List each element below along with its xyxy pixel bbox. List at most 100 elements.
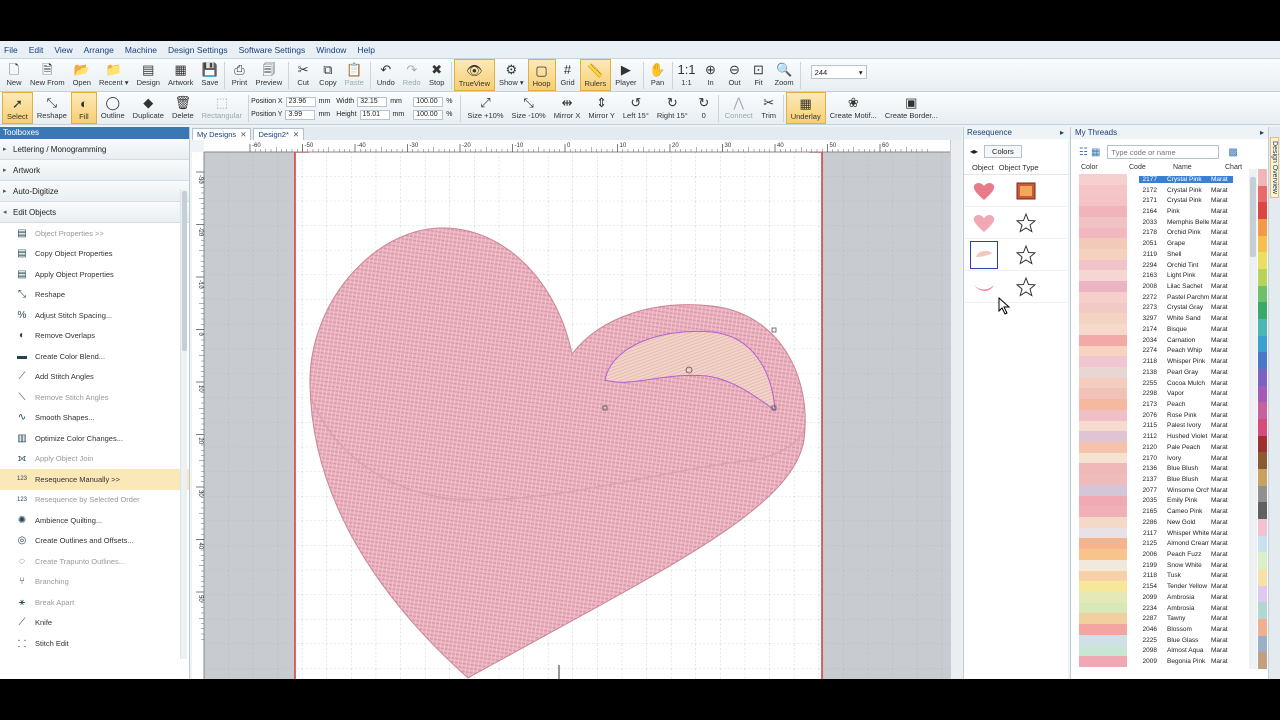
menu-help[interactable]: Help [357,45,374,55]
size-10-button[interactable]: ⤡ Size -10% [508,92,550,124]
curve-thumbnail-icon[interactable] [970,273,998,301]
grid-button[interactable]: # Grid [556,59,580,91]
thread-row[interactable]: 2051 Grape Marat [1071,238,1268,250]
thread-row[interactable]: 2136 Blue Blush Marat [1071,463,1268,475]
menu-arrange[interactable]: Arrange [84,45,114,55]
threads-header-code[interactable]: Code [1129,164,1173,174]
palette-swatch[interactable] [1258,385,1267,403]
thread-row[interactable]: 2173 Peach Marat [1071,399,1268,410]
thread-row[interactable]: 2234 Ambrosia Marat [1071,602,1268,614]
redo-button[interactable]: ↷ Redo [399,59,425,91]
thread-row[interactable]: 2163 Light Pink Marat [1071,270,1268,282]
threads-header-chart[interactable]: Chart [1225,164,1242,174]
underlay-button[interactable]: ▦ Underlay [785,92,826,124]
stop-button[interactable]: ✖ Stop [425,59,449,91]
palette-swatch[interactable] [1258,635,1267,653]
palette-swatch[interactable] [1258,185,1267,203]
in-button[interactable]: ⊕ In [699,59,723,91]
tool-item[interactable]: ⚹ Break Apart [0,592,189,613]
list-view-icon[interactable]: ☷ [1079,147,1088,158]
resequence-row[interactable] [964,175,1068,207]
tool-item[interactable]: ⟋ Knife [0,613,189,634]
resequence-row[interactable] [964,271,1068,303]
thread-row[interactable]: 2294 Orchid Tint Marat [1071,259,1268,271]
chevron-down-icon[interactable]: ▾ [859,68,863,77]
trim-button[interactable]: ✂ Trim [757,92,781,124]
palette-swatch[interactable] [1258,452,1267,470]
1-1-button[interactable]: 1:1 1:1 [675,59,699,91]
outline-button[interactable]: ◯ Outline [97,92,129,124]
palette-swatch[interactable] [1258,369,1267,386]
palette-swatch[interactable] [1258,502,1267,520]
copy-button[interactable]: ⧉ Copy [315,59,341,91]
recent-button[interactable]: 📁 Recent ▾ [95,59,133,91]
left-15-button[interactable]: ↺ Left 15° [619,92,653,124]
thread-row[interactable]: 2138 Pearl Gray Marat [1071,366,1268,378]
design-canvas[interactable]: -60 -50 -40 -30 -20 -10 0 10 20 30 40 50 60 -30 -20 -1… [192,140,962,679]
thread-row[interactable]: 2112 Hushed Violet Marat [1071,431,1268,442]
palette-swatch[interactable] [1258,402,1267,420]
tool-item[interactable]: ∿ Smooth Shapes... [0,408,189,429]
tool-item[interactable]: % Adjust Stitch Spacing... [0,305,189,326]
zoom-level-field[interactable]: 244 ▾ [810,65,867,79]
toolbox-category[interactable]: ▸ Auto-Digitize [0,181,189,202]
palette-swatch[interactable] [1258,335,1267,353]
highlight-thumbnail-icon[interactable] [970,240,998,269]
preview-button[interactable]: 🗐 Preview [251,59,286,91]
menu-window[interactable]: Window [316,45,346,55]
tool-item[interactable]: ✺ Ambience Quilting... [0,510,189,531]
design-button[interactable]: ▤ Design [133,59,164,91]
thread-row[interactable]: 2154 Tender Yellow Marat [1071,581,1268,593]
palette-swatch[interactable] [1258,169,1267,186]
palette-swatch[interactable] [1258,352,1267,370]
panel-arrow-icon[interactable]: ▸ [1060,127,1064,139]
rectangular-button[interactable]: ⬚ Rectangular [198,92,246,124]
thread-row[interactable]: 2119 Shell Marat [1071,249,1268,260]
show-button[interactable]: ⚙ Show ▾ [495,59,528,91]
palette-swatch[interactable] [1258,519,1267,536]
thread-row[interactable]: 2125 Almond Cream Marat [1071,538,1268,550]
thread-row[interactable]: 2033 Memphis Belle Marat [1071,216,1268,228]
thread-row[interactable]: 2287 Tawny Marat [1071,613,1268,625]
threads-scrollbar[interactable] [1249,169,1257,669]
design-overview-tab[interactable]: Design Overview [1270,137,1279,198]
thread-filter-icon[interactable]: ▩ [1228,147,1237,158]
threads-header-name[interactable]: Name [1173,164,1225,174]
zoom-button[interactable]: 🔍 Zoom [771,59,798,91]
thread-row[interactable]: 2272 Pastel ParchmentMarat [1071,291,1268,303]
close-icon[interactable]: ✕ [293,129,299,140]
out-button[interactable]: ⊖ Out [723,59,747,91]
thread-row[interactable]: 2170 Ivory Marat [1071,452,1268,464]
thread-row[interactable]: 2255 Cocoa Mulch Marat [1071,377,1268,389]
tab-0[interactable]: My Designs ✕ [192,128,252,140]
palette-swatch[interactable] [1258,619,1267,636]
design-workspace[interactable]: -60 -50 -40 -30 -20 -10 0 10 20 30 40 50 60 -30-20-1… [192,140,962,679]
select-button[interactable]: ➚ Select [2,92,33,124]
create-motif-button[interactable]: ❀ Create Motif... [826,92,881,124]
thread-row[interactable]: 2077 Winsome OrchidMarat [1071,484,1268,496]
close-icon[interactable]: ✕ [240,129,246,140]
heart-thumbnail-icon[interactable] [970,209,998,237]
thread-row[interactable]: 2006 Peach Fuzz Marat [1071,549,1268,560]
thread-row[interactable]: 3297 White Sand Marat [1071,313,1268,325]
threads-header-color[interactable]: Color [1081,164,1129,174]
thread-row[interactable]: 2164 Pink Marat [1071,206,1268,217]
canvas-scrollbar[interactable] [950,140,962,679]
cut-button[interactable]: ✂ Cut [291,59,315,91]
thread-row[interactable]: 2035 Emily Pink Marat [1071,495,1268,507]
thread-row[interactable]: 2165 Cameo Pink Marat [1071,506,1268,517]
paste-button[interactable]: 📋 Paste [341,59,368,91]
panel-arrow-icon[interactable]: ▸ [1260,127,1264,139]
thread-row[interactable]: 2178 Orchid Pink Marat [1071,227,1268,239]
mirror-y-button[interactable]: ⇕ Mirror Y [584,92,619,124]
thread-row[interactable]: 2298 Vapor Marat [1071,388,1268,400]
pan-button[interactable]: ✋ Pan [646,59,670,91]
thread-row[interactable]: 2274 Peach Whip Marat [1071,345,1268,357]
menu-software-settings[interactable]: Software Settings [239,45,306,55]
thread-row[interactable]: 2174 Bisque Marat [1071,324,1268,335]
menu-file[interactable]: File [4,45,18,55]
thread-row[interactable]: 2120 Pale Peach Marat [1071,441,1268,453]
tool-item[interactable]: ◎ Create Outlines and Offsets... [0,531,189,552]
palette-swatch[interactable] [1258,469,1267,486]
palette-swatch[interactable] [1258,252,1267,270]
